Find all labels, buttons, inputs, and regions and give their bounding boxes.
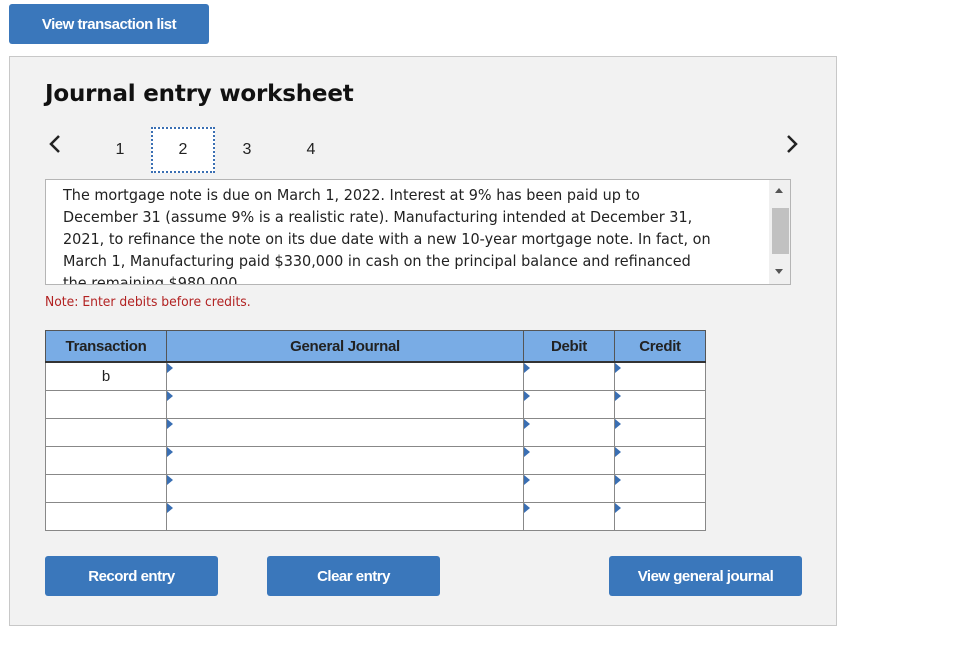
dropdown-marker-icon xyxy=(524,503,530,513)
journal-entry-table: Transaction General Journal Debit Credit… xyxy=(45,330,706,531)
step-tab-3[interactable]: 3 xyxy=(215,127,279,173)
step-tab-2[interactable]: 2 xyxy=(151,127,215,173)
credit-input[interactable] xyxy=(614,502,706,531)
journal-entry-worksheet-panel: Journal entry worksheet 1 2 3 4 The mort… xyxy=(9,56,837,626)
dropdown-marker-icon xyxy=(615,419,621,429)
account-input[interactable] xyxy=(166,390,524,419)
transaction-cell xyxy=(45,474,167,503)
credit-input[interactable] xyxy=(614,390,706,419)
dropdown-marker-icon xyxy=(524,447,530,457)
debit-input[interactable] xyxy=(523,502,615,531)
dropdown-marker-icon xyxy=(524,419,530,429)
transaction-cell xyxy=(45,390,167,419)
transaction-description-box[interactable]: The mortgage note is due on March 1, 202… xyxy=(45,179,791,285)
dropdown-marker-icon xyxy=(615,503,621,513)
table-row xyxy=(45,502,706,531)
scroll-down-arrow-icon[interactable] xyxy=(775,269,783,274)
table-row xyxy=(45,474,706,503)
header-credit: Credit xyxy=(614,330,706,363)
dropdown-marker-icon xyxy=(167,447,173,457)
transaction-cell xyxy=(45,502,167,531)
account-input[interactable] xyxy=(166,502,524,531)
transaction-cell: b xyxy=(45,361,167,391)
table-row xyxy=(45,418,706,447)
scroll-up-arrow-icon[interactable] xyxy=(775,188,783,193)
dropdown-marker-icon xyxy=(615,475,621,485)
table-header-row: Transaction General Journal Debit Credit xyxy=(45,330,706,363)
step-tab-4[interactable]: 4 xyxy=(279,127,343,173)
view-transaction-list-button[interactable]: View transaction list xyxy=(9,4,209,44)
description-scrollbar[interactable] xyxy=(769,180,790,284)
dropdown-marker-icon xyxy=(167,419,173,429)
table-row xyxy=(45,390,706,419)
chevron-left-icon[interactable] xyxy=(48,133,62,155)
dropdown-marker-icon xyxy=(167,503,173,513)
account-input[interactable] xyxy=(166,446,524,475)
dropdown-marker-icon xyxy=(615,447,621,457)
debit-input[interactable] xyxy=(523,474,615,503)
transaction-description: The mortgage note is due on March 1, 202… xyxy=(63,186,711,285)
table-row: b xyxy=(45,361,706,391)
worksheet-title: Journal entry worksheet xyxy=(45,81,354,107)
dropdown-marker-icon xyxy=(524,475,530,485)
dropdown-marker-icon xyxy=(167,391,173,401)
instruction-note: Note: Enter debits before credits. xyxy=(45,295,251,310)
debit-input[interactable] xyxy=(523,418,615,447)
debit-input[interactable] xyxy=(523,446,615,475)
transaction-cell xyxy=(45,418,167,447)
record-entry-button[interactable]: Record entry xyxy=(45,556,218,596)
debit-input[interactable] xyxy=(523,390,615,419)
account-input[interactable] xyxy=(166,361,524,391)
header-general-journal: General Journal xyxy=(166,330,524,363)
credit-input[interactable] xyxy=(614,361,706,391)
clear-entry-button[interactable]: Clear entry xyxy=(267,556,440,596)
dropdown-marker-icon xyxy=(167,363,173,373)
dropdown-marker-icon xyxy=(615,363,621,373)
account-input[interactable] xyxy=(166,418,524,447)
transaction-cell xyxy=(45,446,167,475)
dropdown-marker-icon xyxy=(524,391,530,401)
step-tab-1[interactable]: 1 xyxy=(88,127,152,173)
view-general-journal-button[interactable]: View general journal xyxy=(609,556,802,596)
credit-input[interactable] xyxy=(614,418,706,447)
debit-input[interactable] xyxy=(523,361,615,391)
table-row xyxy=(45,446,706,475)
dropdown-marker-icon xyxy=(615,391,621,401)
dropdown-marker-icon xyxy=(167,475,173,485)
credit-input[interactable] xyxy=(614,446,706,475)
header-transaction: Transaction xyxy=(45,330,167,363)
account-input[interactable] xyxy=(166,474,524,503)
header-debit: Debit xyxy=(523,330,615,363)
chevron-right-icon[interactable] xyxy=(785,133,799,155)
scrollbar-thumb[interactable] xyxy=(772,208,789,254)
credit-input[interactable] xyxy=(614,474,706,503)
dropdown-marker-icon xyxy=(524,363,530,373)
